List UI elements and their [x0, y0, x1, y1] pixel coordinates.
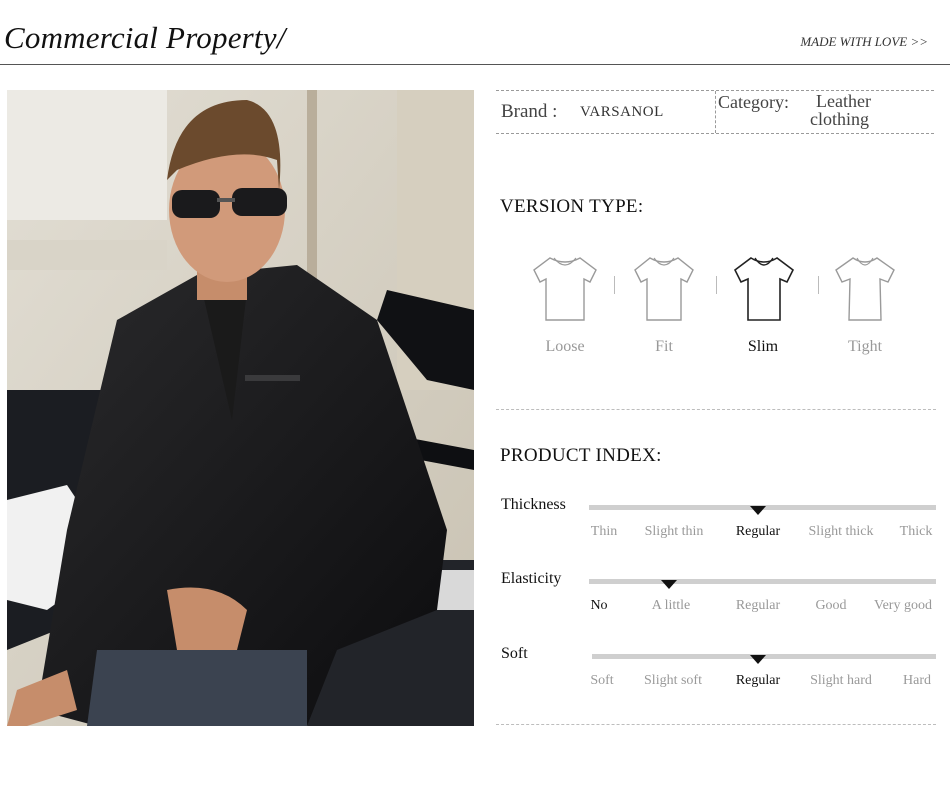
scale-level-label: A little: [651, 598, 691, 613]
scale-level-label: Very good: [874, 598, 932, 613]
attribute-name: Thickness: [501, 496, 566, 513]
scale-marker-icon: [750, 655, 766, 664]
version-separator: [818, 276, 819, 294]
scale-level-label: Thin: [590, 524, 618, 539]
scale-marker-icon: [750, 506, 766, 515]
category-value: Leather clothing: [810, 92, 871, 128]
scale-level-label: Regular: [735, 598, 781, 613]
category-value-line1: Leather: [816, 91, 871, 111]
scale-level-label: Slight hard: [810, 673, 872, 688]
scale-level-label: Slight thin: [644, 524, 704, 539]
scale-marker-icon: [661, 580, 677, 589]
version-separator: [716, 276, 717, 294]
scale-level-label: No: [590, 598, 608, 613]
version-option-loose: Loose: [545, 338, 585, 355]
attribute-name: Elasticity: [501, 570, 562, 587]
page-title: Commercial Property/: [4, 20, 286, 55]
brand-category-box: Brand : VARSANOL Category: Leather cloth…: [496, 90, 934, 134]
product-index-heading: PRODUCT INDEX:: [500, 445, 662, 466]
scale-level-label: Hard: [903, 673, 931, 688]
loose-shirt-icon: [533, 257, 597, 321]
fit-shirt-icon: [634, 257, 694, 321]
bottom-divider: [496, 724, 936, 725]
header-divider: [0, 64, 950, 65]
made-with-love-tagline: MADE WITH LOVE >>: [800, 34, 928, 49]
category-label: Category:: [718, 92, 789, 112]
version-separator: [614, 276, 615, 294]
scale-level-label: Soft: [590, 673, 614, 688]
model-photo: [7, 90, 474, 726]
scale-level-label: Good: [815, 598, 847, 613]
brand-value: VARSANOL: [580, 104, 664, 120]
scale-level-label: Thick: [899, 524, 933, 539]
version-option-fit: Fit: [655, 338, 673, 355]
category-value-line2: clothing: [810, 109, 869, 129]
section-divider: [496, 409, 936, 410]
version-option-tight: Tight: [847, 338, 883, 355]
slim-shirt-icon: [733, 257, 795, 321]
scale-level-label: Regular: [735, 524, 781, 539]
tight-shirt-icon: [835, 257, 895, 321]
scale-level-label: Slight soft: [644, 673, 702, 688]
scale-level-label: Slight thick: [808, 524, 874, 539]
version-option-slim: Slim: [747, 338, 779, 355]
version-type-heading: VERSION TYPE:: [500, 196, 644, 217]
info-divider: [715, 91, 716, 133]
attribute-name: Soft: [501, 645, 528, 662]
scale-track: [589, 579, 936, 584]
scale-level-label: Regular: [735, 673, 781, 688]
brand-label: Brand :: [501, 101, 558, 122]
